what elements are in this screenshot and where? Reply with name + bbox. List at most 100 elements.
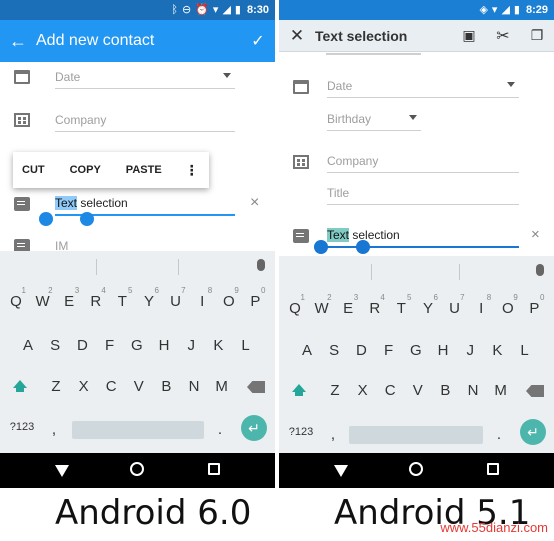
key-g[interactable]: G <box>404 342 428 359</box>
key-o[interactable]: O9 <box>217 286 241 310</box>
key-y[interactable]: Y6 <box>137 286 161 310</box>
key-r[interactable]: R4 <box>363 293 387 317</box>
enter-icon[interactable]: ↵ <box>241 415 267 441</box>
key-c[interactable]: C <box>378 382 402 399</box>
copy-icon[interactable]: ❐ <box>520 27 554 44</box>
selection-handle-end[interactable] <box>80 212 94 226</box>
key-f[interactable]: F <box>377 342 401 359</box>
key-c[interactable]: C <box>99 378 123 395</box>
recents-icon[interactable] <box>208 463 220 475</box>
period-key[interactable]: . <box>487 426 511 443</box>
selection-handle-end[interactable] <box>356 240 370 254</box>
key-b[interactable]: B <box>433 382 457 399</box>
key-w[interactable]: W2 <box>310 293 334 317</box>
more-options-icon[interactable]: ⋮ <box>171 162 208 179</box>
backspace-icon[interactable] <box>247 381 265 393</box>
key-i[interactable]: I8 <box>469 293 493 317</box>
clear-icon[interactable]: × <box>250 194 259 212</box>
key-w[interactable]: W2 <box>31 286 55 310</box>
backspace-icon[interactable] <box>526 385 544 397</box>
key-k[interactable]: K <box>485 342 509 359</box>
key-f[interactable]: F <box>98 337 122 354</box>
key-j[interactable]: J <box>179 337 203 354</box>
key-u[interactable]: U7 <box>443 293 467 317</box>
close-icon[interactable]: ✕ <box>279 26 315 46</box>
key-j[interactable]: J <box>458 342 482 359</box>
key-y[interactable]: Y6 <box>416 293 440 317</box>
scissors-icon[interactable]: ✂ <box>486 26 520 46</box>
key-l[interactable]: L <box>513 342 537 359</box>
back-arrow-icon[interactable]: ← <box>0 31 36 52</box>
key-s[interactable]: S <box>43 337 67 354</box>
selection-handle-start[interactable] <box>39 212 53 226</box>
key-a[interactable]: A <box>16 337 40 354</box>
clear-icon[interactable]: × <box>531 226 540 243</box>
period-key[interactable]: . <box>208 421 232 438</box>
signal-icon: ◈ <box>479 4 488 16</box>
key-s[interactable]: S <box>322 342 346 359</box>
key-z[interactable]: Z <box>323 382 347 399</box>
key-a[interactable]: A <box>295 342 319 359</box>
symbols-key[interactable]: ?123 <box>6 421 38 433</box>
key-m[interactable]: M <box>210 378 234 395</box>
key-p[interactable]: P0 <box>522 293 546 317</box>
shift-icon[interactable] <box>289 384 309 400</box>
home-icon[interactable] <box>409 462 423 476</box>
key-e[interactable]: E3 <box>57 286 81 310</box>
key-z[interactable]: Z <box>44 378 68 395</box>
key-l[interactable]: L <box>234 337 258 354</box>
date-label: Date <box>55 70 81 84</box>
shift-icon[interactable] <box>10 380 30 396</box>
select-all-icon[interactable]: ▣ <box>452 27 486 44</box>
comma-key[interactable]: , <box>42 421 66 438</box>
comma-key[interactable]: , <box>321 426 345 443</box>
key-e[interactable]: E3 <box>336 293 360 317</box>
enter-icon[interactable]: ↵ <box>520 419 546 445</box>
key-q[interactable]: Q1 <box>283 293 307 317</box>
key-x[interactable]: X <box>72 378 96 395</box>
key-k[interactable]: K <box>206 337 230 354</box>
key-m[interactable]: M <box>489 382 513 399</box>
date-dropdown[interactable]: Date <box>55 70 235 89</box>
mic-icon[interactable] <box>257 259 265 271</box>
cut-button[interactable]: CUT <box>13 164 54 176</box>
key-u[interactable]: U7 <box>164 286 188 310</box>
key-o[interactable]: O9 <box>496 293 520 317</box>
key-p[interactable]: P0 <box>243 286 267 310</box>
title-field[interactable]: Title <box>327 186 519 205</box>
key-d[interactable]: D <box>349 342 373 359</box>
key-label: R <box>369 300 381 317</box>
key-v[interactable]: V <box>406 382 430 399</box>
space-key[interactable] <box>349 426 483 444</box>
key-b[interactable]: B <box>154 378 178 395</box>
key-h[interactable]: H <box>431 342 455 359</box>
key-n[interactable]: N <box>461 382 485 399</box>
key-n[interactable]: N <box>182 378 206 395</box>
mic-icon[interactable] <box>536 264 544 276</box>
company-field[interactable]: Company <box>327 154 519 173</box>
key-v[interactable]: V <box>127 378 151 395</box>
key-hint: 6 <box>154 286 159 295</box>
space-key[interactable] <box>72 421 204 439</box>
paste-button[interactable]: PASTE <box>110 164 171 176</box>
key-t[interactable]: T5 <box>389 293 413 317</box>
key-h[interactable]: H <box>152 337 176 354</box>
back-icon[interactable] <box>334 465 348 477</box>
key-d[interactable]: D <box>70 337 94 354</box>
selection-handle-start[interactable] <box>314 240 328 254</box>
key-r[interactable]: R4 <box>84 286 108 310</box>
key-q[interactable]: Q1 <box>4 286 28 310</box>
company-field[interactable]: Company <box>55 113 235 132</box>
key-t[interactable]: T5 <box>110 286 134 310</box>
home-icon[interactable] <box>130 462 144 476</box>
check-icon[interactable]: ✓ <box>241 31 275 51</box>
date-dropdown[interactable]: Date <box>327 79 519 98</box>
copy-button[interactable]: COPY <box>54 164 110 176</box>
key-x[interactable]: X <box>351 382 375 399</box>
key-g[interactable]: G <box>125 337 149 354</box>
back-icon[interactable] <box>55 465 69 477</box>
birthday-dropdown[interactable]: Birthday <box>327 112 421 131</box>
key-i[interactable]: I8 <box>190 286 214 310</box>
recents-icon[interactable] <box>487 463 499 475</box>
symbols-key[interactable]: ?123 <box>285 426 317 438</box>
